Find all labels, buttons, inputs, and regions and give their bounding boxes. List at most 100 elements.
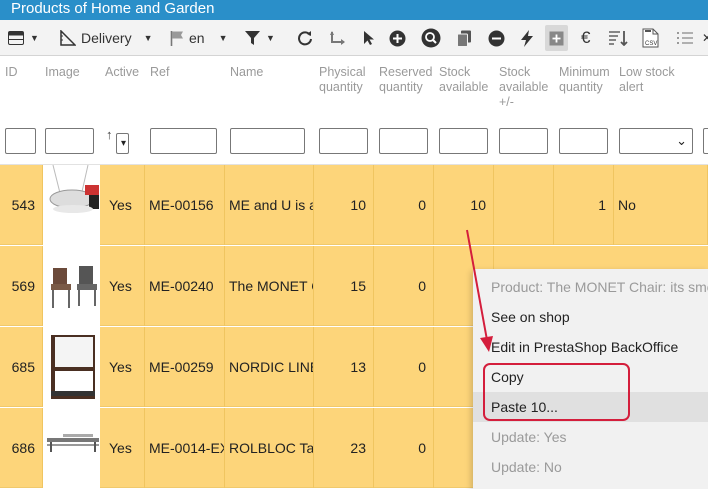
- filter-stock-delta-input[interactable]: [499, 128, 548, 154]
- cell-active[interactable]: Yes: [100, 165, 145, 245]
- filter-icon: [245, 31, 260, 45]
- cell-physical-quantity[interactable]: 15: [314, 246, 374, 326]
- cell-id[interactable]: 685: [0, 327, 43, 407]
- grid-menu-button[interactable]: ▼: [8, 26, 39, 50]
- cell-stock-delta[interactable]: [494, 165, 554, 245]
- product-thumbnail-image: [47, 434, 99, 452]
- cell-minimum-quantity[interactable]: 1: [554, 165, 614, 245]
- cell-physical-quantity[interactable]: 23: [314, 408, 374, 488]
- cell-reserved-quantity[interactable]: 0: [374, 165, 434, 245]
- column-header-physical-quantity[interactable]: Physical quantity: [319, 56, 375, 122]
- product-thumbnail-image: [51, 335, 95, 399]
- filter-active-select[interactable]: ▾: [116, 133, 129, 154]
- table-row[interactable]: 543 Yes ME-00156 ME and U is a 10 0 10 1…: [0, 165, 708, 245]
- reset-search-button[interactable]: [421, 26, 441, 50]
- cell-id[interactable]: 569: [0, 246, 43, 326]
- cell-active[interactable]: Yes: [100, 408, 145, 488]
- column-header-active[interactable]: Active: [105, 56, 148, 122]
- cell-low-stock-alert[interactable]: No: [614, 165, 708, 245]
- cell-ref[interactable]: ME-0014-EX: [145, 408, 225, 488]
- filter-name-input[interactable]: [230, 128, 305, 154]
- cell-reserved-quantity[interactable]: 0: [374, 408, 434, 488]
- column-header-name[interactable]: Name: [230, 56, 315, 122]
- plus-circle-icon: [389, 30, 406, 46]
- product-thumbnail-image: [51, 266, 97, 308]
- filter-low-stock-select[interactable]: ⌄: [619, 128, 693, 154]
- column-header-ref[interactable]: Ref: [150, 56, 225, 122]
- refresh-button[interactable]: [297, 26, 313, 50]
- sort-icon: [609, 31, 628, 46]
- cell-active[interactable]: Yes: [100, 327, 145, 407]
- column-header-low-stock-alert[interactable]: Low stock alert: [619, 56, 699, 122]
- cell-stock-available[interactable]: 10: [434, 165, 494, 245]
- select-button[interactable]: [363, 26, 375, 50]
- cell-physical-quantity[interactable]: 13: [314, 327, 374, 407]
- column-header-image[interactable]: Image: [45, 56, 100, 122]
- cell-name[interactable]: ROLBLOC Ta: [225, 408, 314, 488]
- filter-menu-button[interactable]: ▼: [245, 26, 275, 50]
- list-icon: [677, 31, 693, 44]
- menu-item-see-on-shop[interactable]: See on shop: [473, 302, 708, 332]
- column-header-id[interactable]: ID: [5, 56, 41, 122]
- language-menu-button[interactable]: en ▼: [170, 26, 228, 50]
- cell-name[interactable]: ME and U is a: [225, 165, 314, 245]
- menu-item-update-yes[interactable]: Update: Yes: [473, 422, 708, 452]
- cell-id[interactable]: 686: [0, 408, 43, 488]
- more-button[interactable]: ✕: [702, 26, 708, 50]
- menu-item-update-no[interactable]: Update: No: [473, 452, 708, 482]
- cell-id[interactable]: 543: [0, 165, 43, 245]
- swap-icon: [330, 31, 345, 45]
- list-button[interactable]: [676, 26, 694, 50]
- filter-minimum-quantity-input[interactable]: [559, 128, 608, 154]
- filter-ref-input[interactable]: [150, 128, 217, 154]
- add-box-button[interactable]: [545, 25, 568, 51]
- swap-button[interactable]: [329, 26, 347, 50]
- delete-button[interactable]: [488, 26, 505, 50]
- chevron-down-icon: ▼: [218, 33, 228, 43]
- product-image[interactable]: [43, 408, 100, 488]
- cell-ref[interactable]: ME-00259: [145, 327, 225, 407]
- euro-icon: €: [581, 28, 591, 47]
- grid-icon: [8, 31, 24, 45]
- cursor-icon: [364, 31, 374, 45]
- menu-item-edit-backoffice[interactable]: Edit in PrestaShop BackOffice: [473, 332, 708, 362]
- window-title: Products of Home and Garden: [0, 0, 708, 20]
- more-icon: ✕: [702, 31, 708, 45]
- cell-reserved-quantity[interactable]: 0: [374, 327, 434, 407]
- filter-reserved-quantity-input[interactable]: [379, 128, 428, 154]
- ruler-icon: [60, 30, 76, 46]
- filter-stock-available-input[interactable]: [439, 128, 488, 154]
- minus-circle-icon: [488, 30, 505, 46]
- filter-id-input[interactable]: [5, 128, 36, 154]
- add-product-button[interactable]: [389, 26, 406, 50]
- delivery-menu-button[interactable]: Delivery ▼: [60, 26, 153, 50]
- cell-name[interactable]: The MONET C: [225, 246, 314, 326]
- copy-button[interactable]: [457, 26, 472, 50]
- product-image[interactable]: [43, 327, 100, 407]
- chevron-down-icon: ▼: [30, 33, 39, 43]
- cell-ref[interactable]: ME-00240: [145, 246, 225, 326]
- price-button[interactable]: €: [581, 26, 590, 50]
- quick-action-button[interactable]: [520, 26, 534, 50]
- cell-physical-quantity[interactable]: 10: [314, 165, 374, 245]
- column-header-stock-available[interactable]: Stock available: [439, 56, 495, 122]
- filter-image-input[interactable]: [45, 128, 94, 154]
- column-header-minimum-quantity[interactable]: Minimum quantity: [559, 56, 615, 122]
- filter-next-input[interactable]: [703, 128, 708, 154]
- sort-up-icon[interactable]: ↑: [106, 127, 113, 142]
- cell-name[interactable]: NORDIC LINE: [225, 327, 314, 407]
- cell-active[interactable]: Yes: [100, 246, 145, 326]
- export-csv-button[interactable]: CSV: [642, 26, 660, 50]
- copy-icon: [457, 30, 471, 47]
- lightning-icon: [521, 29, 533, 47]
- column-header-reserved-quantity[interactable]: Reserved quantity: [379, 56, 435, 122]
- column-header-stock-available-delta[interactable]: Stock available +/-: [499, 56, 555, 122]
- cell-reserved-quantity[interactable]: 0: [374, 246, 434, 326]
- cell-ref[interactable]: ME-00156: [145, 165, 225, 245]
- sort-button[interactable]: [608, 26, 628, 50]
- filter-physical-quantity-input[interactable]: [319, 128, 368, 154]
- menu-item-product-title: Product: The MONET Chair: its smo: [491, 279, 708, 295]
- add-box-icon: [549, 31, 564, 45]
- product-image[interactable]: [43, 165, 100, 245]
- product-image[interactable]: [43, 246, 100, 326]
